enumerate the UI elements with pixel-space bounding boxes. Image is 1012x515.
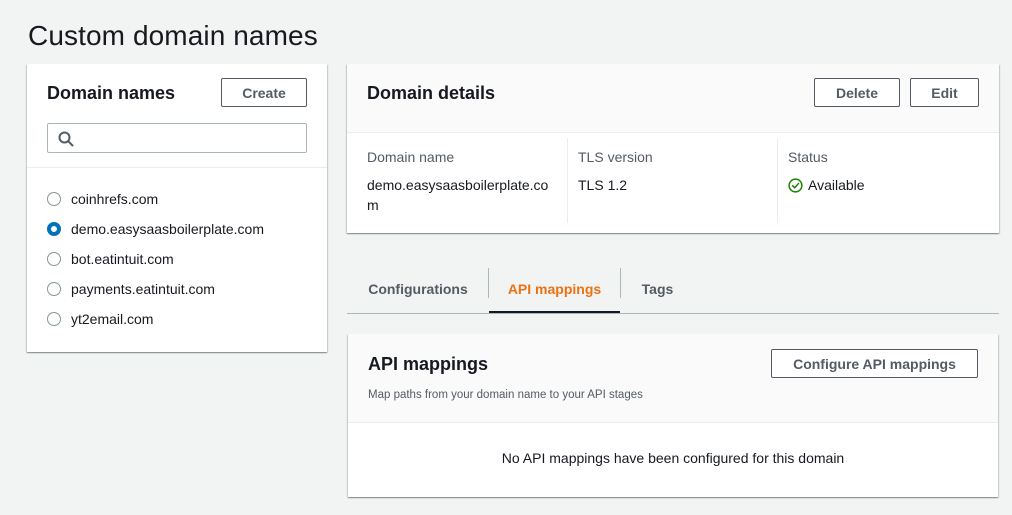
tab-api-mappings[interactable]: API mappings bbox=[489, 266, 620, 313]
domain-names-header: Domain names Create bbox=[27, 64, 327, 168]
radio-button-selected[interactable] bbox=[47, 222, 61, 236]
radio-button[interactable] bbox=[47, 252, 61, 266]
edit-button[interactable]: Edit bbox=[910, 78, 979, 107]
domain-name-value-line1: demo.easysaasboilerplate.co bbox=[367, 177, 549, 193]
domain-item-bot[interactable]: bot.eatintuit.com bbox=[47, 244, 264, 274]
domain-item-payments[interactable]: payments.eatintuit.com bbox=[47, 274, 264, 304]
domain-name-value: demo.easysaasboilerplate.co m bbox=[367, 175, 557, 215]
column-divider bbox=[567, 138, 568, 223]
tab-bar: Configurations API mappings Tags bbox=[347, 266, 999, 314]
domain-name-column: Domain name demo.easysaasboilerplate.co … bbox=[367, 149, 557, 215]
status-label: Status bbox=[788, 149, 828, 165]
domain-name-label: Domain name bbox=[367, 149, 455, 165]
domain-details-title: Domain details bbox=[367, 83, 496, 103]
api-mappings-description: Map paths from your domain name to your … bbox=[368, 389, 643, 401]
status-column: Status Available bbox=[788, 149, 865, 195]
tls-label: TLS version bbox=[578, 149, 653, 165]
domain-item-label: payments.eatintuit.com bbox=[71, 281, 215, 297]
empty-state-message: No API mappings have been configured for… bbox=[501, 450, 845, 466]
configure-api-mappings-button[interactable]: Configure API mappings bbox=[771, 349, 978, 378]
search-input[interactable] bbox=[82, 128, 301, 150]
domain-name-value-line2: m bbox=[367, 197, 379, 213]
domain-names-panel: Domain names Create coinhrefs.com demo.e… bbox=[27, 64, 327, 352]
api-mappings-header: API mappings Map paths from your domain … bbox=[348, 334, 998, 423]
create-button[interactable]: Create bbox=[221, 78, 307, 107]
domain-item-yt2email[interactable]: yt2email.com bbox=[47, 304, 264, 334]
domain-item-demo[interactable]: demo.easysaasboilerplate.com bbox=[47, 214, 264, 244]
domain-item-label: yt2email.com bbox=[71, 311, 154, 327]
radio-button[interactable] bbox=[47, 282, 61, 296]
domain-details-header: Domain details Delete Edit bbox=[347, 64, 999, 133]
tab-tags[interactable]: Tags bbox=[620, 266, 695, 312]
domain-item-label: bot.eatintuit.com bbox=[71, 251, 174, 267]
tab-configurations[interactable]: Configurations bbox=[347, 266, 489, 312]
domain-names-title: Domain names bbox=[47, 83, 176, 103]
tls-value: TLS 1.2 bbox=[578, 177, 628, 193]
delete-button[interactable]: Delete bbox=[814, 78, 900, 107]
api-mappings-title: API mappings bbox=[368, 354, 489, 374]
domain-item-label: coinhrefs.com bbox=[71, 191, 159, 207]
domain-details-panel: Domain details Delete Edit Domain name d… bbox=[347, 64, 999, 233]
search-icon bbox=[58, 131, 74, 147]
search-box[interactable] bbox=[47, 123, 307, 153]
domain-item-label: demo.easysaasboilerplate.com bbox=[71, 221, 264, 237]
check-circle-icon bbox=[788, 177, 803, 193]
tls-column: TLS version TLS 1.2 bbox=[578, 149, 653, 195]
radio-button[interactable] bbox=[47, 192, 61, 206]
domain-list: coinhrefs.com demo.easysaasboilerplate.c… bbox=[47, 184, 264, 334]
domain-item-coinhrefs[interactable]: coinhrefs.com bbox=[47, 184, 264, 214]
radio-button[interactable] bbox=[47, 312, 61, 326]
status-text: Available bbox=[808, 177, 865, 193]
status-value: Available bbox=[788, 175, 865, 195]
page-title: Custom domain names bbox=[28, 20, 318, 51]
api-mappings-panel: API mappings Map paths from your domain … bbox=[348, 334, 998, 497]
column-divider bbox=[777, 138, 778, 223]
